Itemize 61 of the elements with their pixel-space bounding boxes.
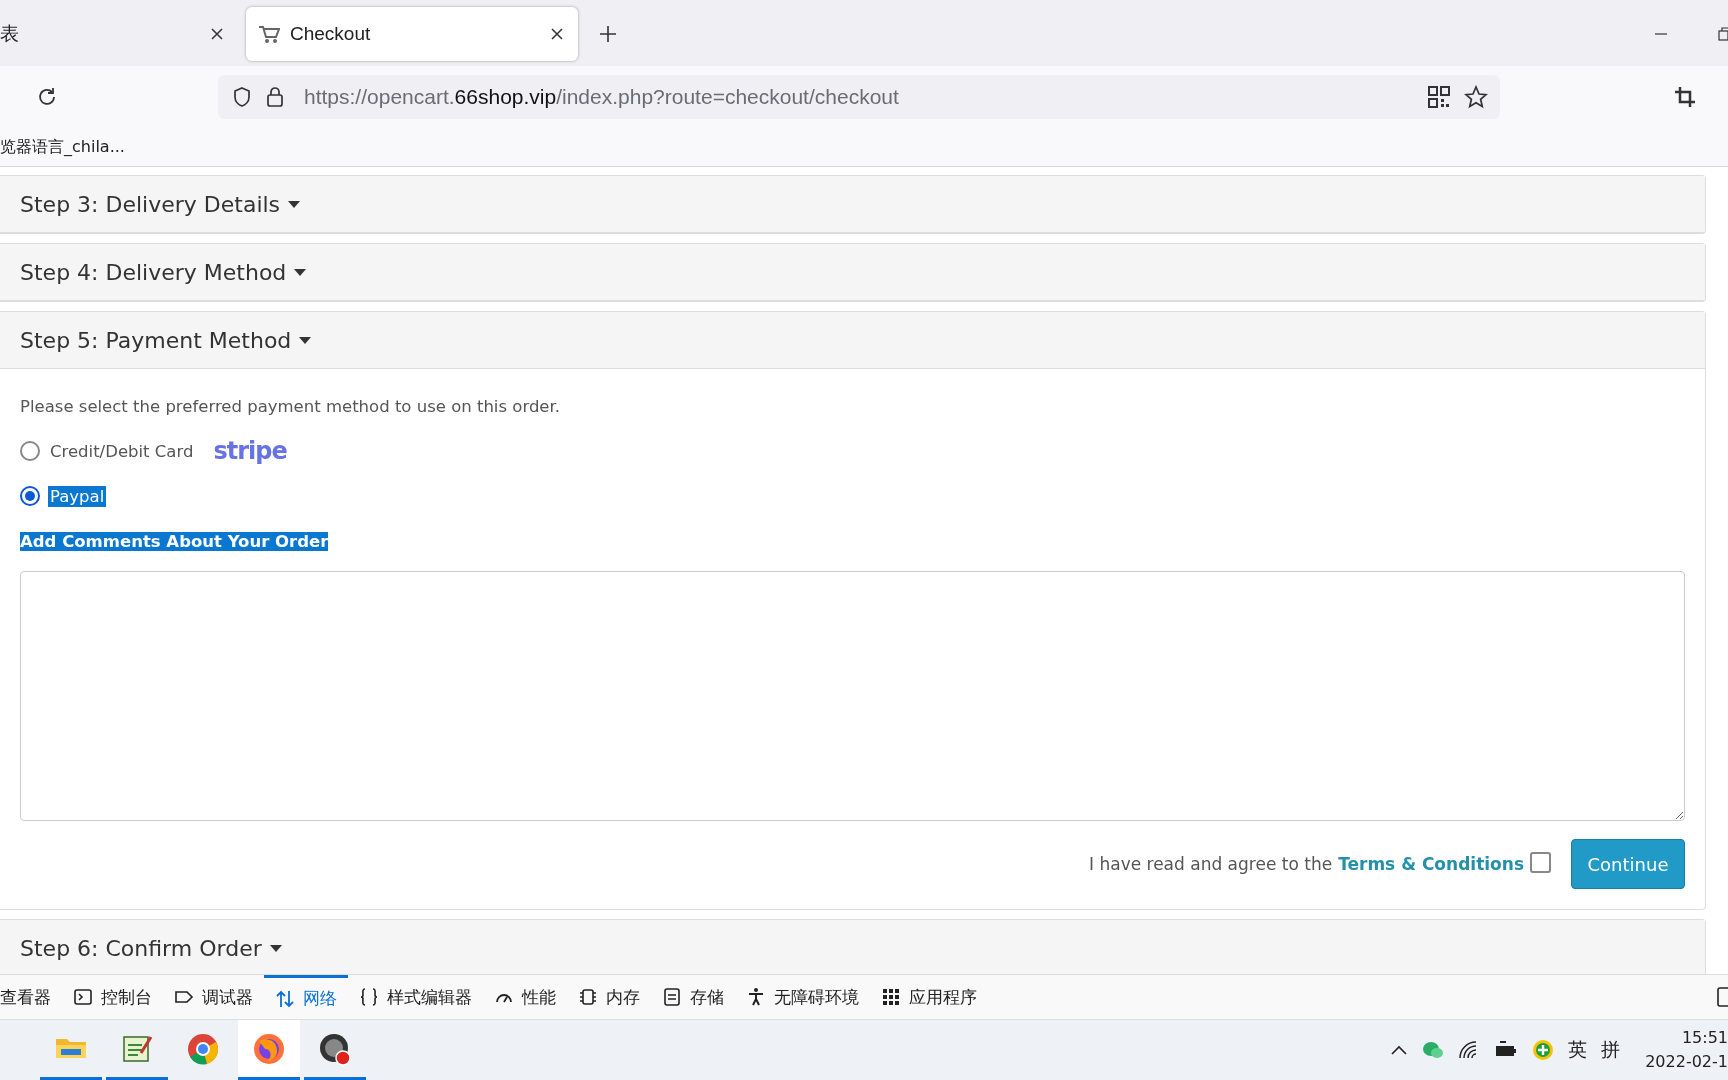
accessibility-icon <box>746 987 766 1007</box>
taskbar-app[interactable] <box>238 1020 300 1080</box>
storage-icon <box>662 987 682 1007</box>
devtools-tab[interactable]: 控制台 <box>62 975 163 1019</box>
clock-date[interactable]: 2022-02-1 <box>1645 1050 1728 1074</box>
radio-button[interactable] <box>20 486 40 506</box>
qr-code-icon[interactable] <box>1428 86 1450 108</box>
close-icon[interactable] <box>550 27 564 41</box>
bookmark-item[interactable]: 览器语言_chila... <box>0 136 125 158</box>
console-icon <box>73 987 93 1007</box>
chat-icon[interactable] <box>1422 1040 1444 1060</box>
devtools-tab[interactable]: 样式编辑器 <box>348 975 483 1019</box>
tab-title: Checkout <box>290 23 372 45</box>
instruction-text: Please select the preferred payment method to use on this order. <box>20 397 562 416</box>
browser-tab[interactable]: 表 <box>0 7 238 61</box>
restore-icon[interactable] <box>1718 27 1728 41</box>
address-bar[interactable]: https://opencart.66shop.vip/index.php?route=checkout/checkout <box>218 75 1500 119</box>
caret-icon <box>288 201 301 209</box>
devtools-tab[interactable]: 无障碍环境 <box>735 975 870 1019</box>
devtools-tab[interactable]: 调试器 <box>163 975 264 1019</box>
step-heading[interactable]: Step 3: Delivery Details <box>20 191 281 217</box>
devtools-tab[interactable]: 应用程序 <box>870 975 988 1019</box>
radio-label[interactable]: Paypal <box>48 485 107 507</box>
close-icon[interactable] <box>210 27 224 41</box>
devtools-tab[interactable]: 性能 <box>483 975 567 1019</box>
url-text: https://opencart.66shop.vip/index.php?route=checkout/checkout <box>304 85 899 109</box>
radio-button[interactable] <box>20 441 40 461</box>
step-heading[interactable]: Step 6: Confirm Order <box>20 935 262 961</box>
agree-text: I have read and agree to the <box>1089 854 1333 874</box>
devtools-tab[interactable]: 存储 <box>651 975 735 1019</box>
shield-plus-icon[interactable] <box>1532 1039 1554 1061</box>
star-icon[interactable] <box>1464 85 1488 109</box>
braces-icon <box>359 987 379 1007</box>
terms-link[interactable]: Terms & Conditions <box>1338 854 1524 874</box>
browser-tab[interactable]: Checkout <box>246 7 578 61</box>
comments-field[interactable] <box>20 571 1685 821</box>
comments-heading: Add Comments About Your Order <box>20 532 329 551</box>
tab-title: 表 <box>0 22 20 46</box>
network-arrows-icon <box>275 988 295 1009</box>
crop-icon[interactable] <box>1674 86 1696 108</box>
step-heading[interactable]: Step 4: Delivery Method <box>20 259 287 285</box>
new-tab-icon[interactable] <box>598 24 618 44</box>
dock-icon[interactable] <box>1716 986 1728 1008</box>
caret-icon <box>294 269 307 277</box>
caret-icon <box>269 945 282 953</box>
chevron-up-icon[interactable] <box>1390 1044 1408 1056</box>
payment-logo: stripe <box>213 437 287 465</box>
input-mode[interactable]: 拼 <box>1601 1037 1620 1063</box>
step-heading[interactable]: Step 5: Payment Method <box>20 327 292 353</box>
agree-checkbox[interactable] <box>1530 851 1551 873</box>
radio-label[interactable]: Credit/Debit Card <box>48 440 196 462</box>
devtools-tab[interactable]: 内存 <box>567 975 651 1019</box>
reload-icon[interactable] <box>36 86 58 108</box>
clock-time[interactable]: 15:51 <box>1681 1026 1728 1050</box>
lock-icon <box>266 86 284 108</box>
chip-icon <box>578 987 598 1007</box>
caret-icon <box>299 337 312 345</box>
shield-icon <box>232 86 252 108</box>
devtools-tab[interactable]: 查看器 <box>0 975 62 1019</box>
grid-icon <box>881 987 901 1007</box>
input-language[interactable]: 英 <box>1568 1037 1587 1063</box>
